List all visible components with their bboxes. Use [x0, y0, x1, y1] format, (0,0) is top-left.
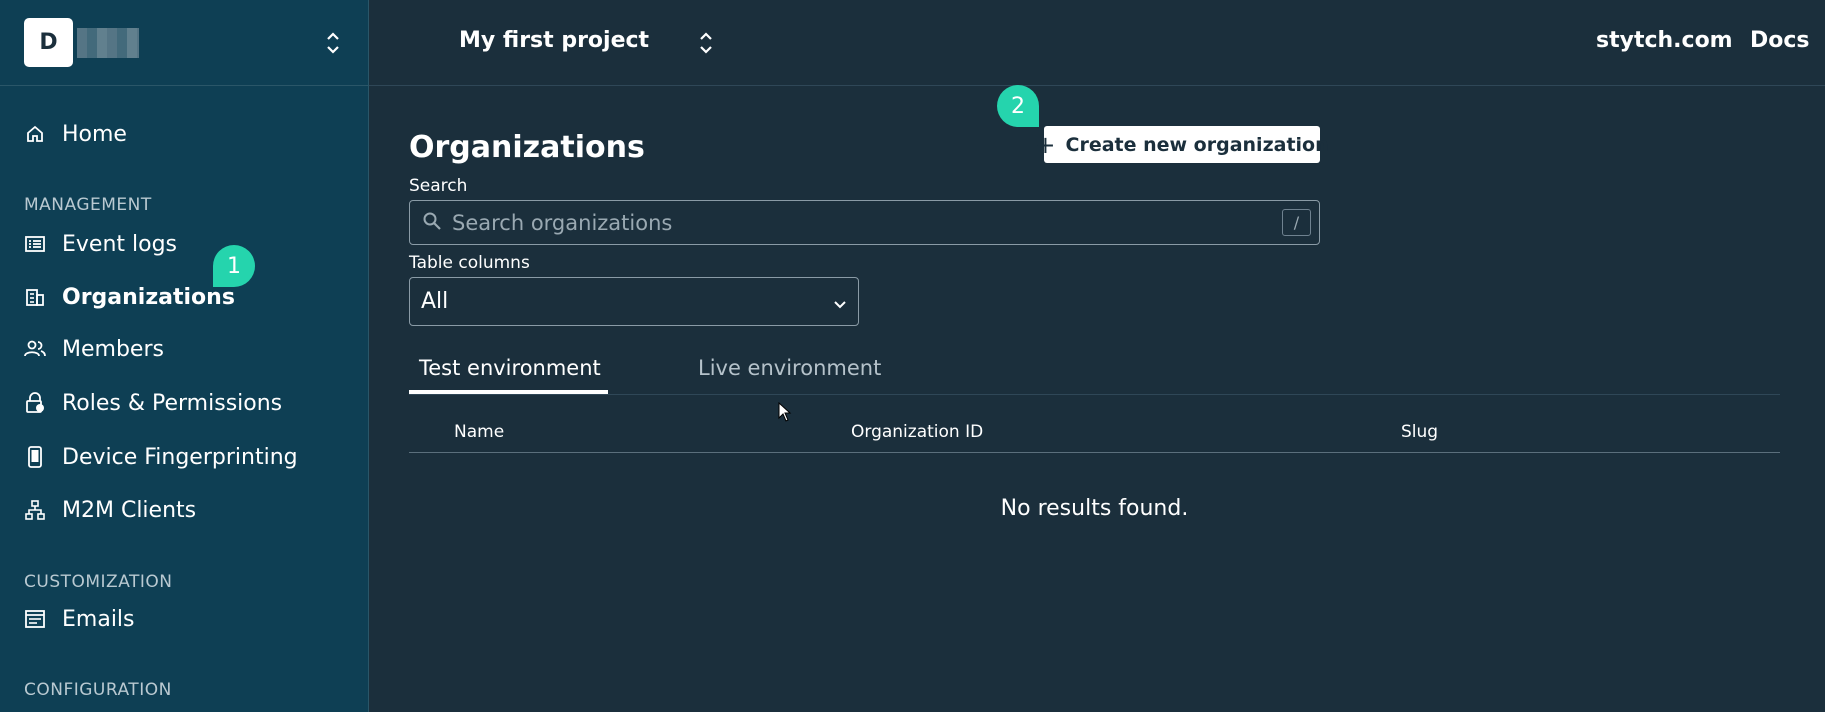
chevron-updown-icon[interactable] — [325, 29, 341, 57]
building-icon — [24, 286, 46, 308]
sidebar-item-label: Organizations — [62, 284, 235, 310]
users-icon — [24, 338, 46, 360]
chevron-down-icon — [832, 293, 848, 318]
stytch-link[interactable]: stytch.com — [1596, 28, 1733, 53]
search-input[interactable] — [452, 210, 1252, 235]
step-badge-1: 1 — [213, 245, 255, 287]
project-name[interactable]: My first project — [459, 28, 649, 53]
search-shortcut-key: / — [1282, 209, 1311, 236]
tabs-divider — [409, 394, 1780, 395]
phone-icon — [24, 446, 46, 468]
tab-live-environment[interactable]: Live environment — [698, 356, 881, 396]
search-icon — [422, 211, 442, 235]
search-field[interactable]: / — [409, 200, 1320, 245]
search-label: Search — [409, 176, 468, 196]
sidebar-item-label: Members — [62, 336, 164, 362]
sidebar-item-label: Home — [62, 121, 127, 147]
lock-icon — [24, 392, 46, 414]
sidebar-item-emails[interactable]: Emails — [24, 603, 135, 635]
workspace-switcher[interactable]: D — [0, 0, 368, 86]
table-columns-value: All — [421, 289, 449, 314]
create-organization-button[interactable]: + Create new organization — [1035, 126, 1329, 163]
top-bar: My first project stytch.com Docs — [369, 0, 1825, 86]
column-header-slug: Slug — [1401, 422, 1439, 442]
sidebar-item-label: Event logs — [62, 231, 178, 257]
sidebar-item-organizations[interactable]: Organizations — [24, 281, 235, 313]
mouse-cursor-icon — [778, 401, 792, 426]
table-columns-select[interactable]: All — [409, 277, 859, 326]
network-icon — [24, 499, 46, 521]
sidebar-item-roles-permissions[interactable]: Roles & Permissions — [24, 387, 282, 419]
sidebar-item-label: Emails — [62, 606, 135, 632]
sidebar-item-label: M2M Clients — [62, 497, 197, 523]
sidebar-item-label: Roles & Permissions — [62, 390, 283, 416]
table-header-divider — [409, 452, 1780, 453]
sidebar: D Home MANAGEMENT Event logs Organizatio… — [0, 0, 369, 712]
sidebar-item-event-logs[interactable]: Event logs — [24, 228, 177, 260]
sidebar-item-label: Device Fingerprinting — [62, 444, 298, 470]
column-header-organization-id: Organization ID — [851, 422, 984, 442]
create-organization-label: Create new organization — [1065, 133, 1329, 156]
workspace-avatar: D — [24, 18, 73, 67]
workspace-name-redacted — [77, 27, 139, 58]
list-icon — [24, 233, 46, 255]
sidebar-item-m2m-clients[interactable]: M2M Clients — [24, 494, 196, 526]
sidebar-item-members[interactable]: Members — [24, 333, 164, 365]
sidebar-item-device-fingerprinting[interactable]: Device Fingerprinting — [24, 441, 298, 473]
step-badge-2: 2 — [997, 85, 1039, 127]
table-columns-label: Table columns — [409, 253, 530, 273]
docs-link[interactable]: Docs — [1750, 28, 1810, 53]
section-label-customization: CUSTOMIZATION — [24, 572, 173, 592]
document-icon — [24, 608, 46, 630]
page-title: Organizations — [409, 130, 645, 165]
column-header-name: Name — [454, 422, 505, 442]
empty-state-message: No results found. — [1000, 496, 1189, 521]
plus-icon: + — [1035, 130, 1056, 159]
project-switcher-icon[interactable] — [698, 29, 714, 57]
section-label-configuration: CONFIGURATION — [24, 680, 172, 700]
sidebar-item-home[interactable]: Home — [24, 118, 127, 150]
home-icon — [24, 123, 46, 145]
section-label-management: MANAGEMENT — [24, 195, 152, 215]
